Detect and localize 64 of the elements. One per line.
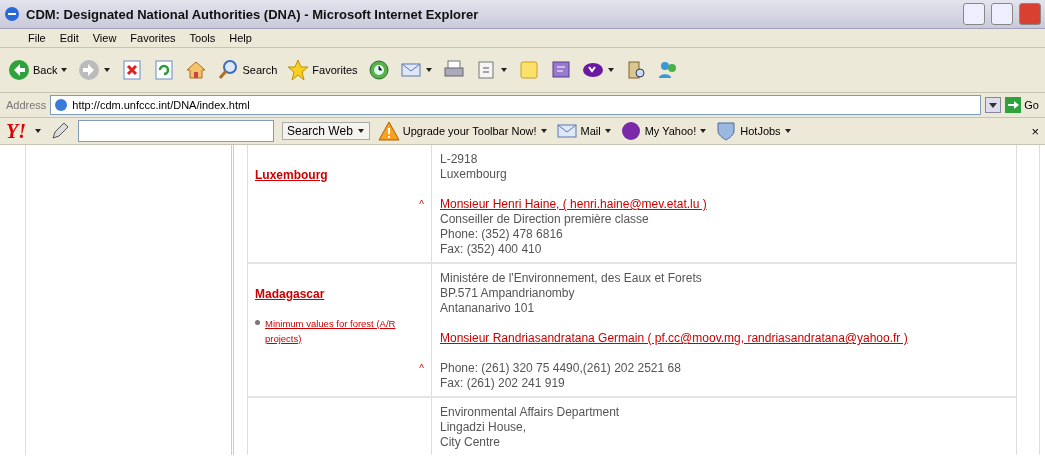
stop-icon	[121, 59, 144, 81]
address-line: Environmental Affairs Department	[440, 405, 621, 420]
menu-item[interactable]: Tools	[189, 32, 216, 44]
people-icon	[656, 59, 679, 81]
address-line: Fax: (352) 400 410	[440, 242, 543, 257]
back-to-top-link[interactable]: ^	[419, 197, 424, 212]
caret-icon	[539, 128, 548, 134]
address-line: Phone: (352) 478 6816	[440, 227, 564, 242]
country-link[interactable]: Luxembourg	[255, 167, 431, 182]
caret-icon	[34, 128, 42, 134]
shield-icon	[715, 120, 738, 142]
country-link[interactable]: Madagascar	[255, 286, 431, 301]
address-line: Fax: (261) 202 241 919	[440, 376, 566, 391]
mail-button[interactable]: Mail	[555, 120, 612, 142]
bullet-icon	[255, 320, 260, 325]
pencil-icon[interactable]	[50, 121, 70, 141]
contact-link[interactable]: Monsieur Henri Haine, ( henri.haine@mev.etat.lu )	[440, 197, 1016, 212]
star-icon	[287, 59, 310, 81]
dropdown-icon[interactable]	[985, 97, 1002, 113]
address-line: Luxembourg	[440, 167, 508, 182]
menu-item[interactable]: Help	[229, 32, 252, 44]
myyahoo-button[interactable]: My Yahoo!	[619, 120, 708, 142]
address-field[interactable]: http://cdm.unfccc.int/DNA/index.html	[50, 95, 982, 115]
favorites-button[interactable]: Favorites	[285, 57, 360, 83]
menu-item[interactable]: Favorites	[130, 32, 176, 44]
refresh-icon	[153, 59, 176, 81]
search-web-button[interactable]: Search Web	[282, 122, 370, 140]
toolbar-logo[interactable]: Y!	[6, 119, 26, 143]
caret-icon	[356, 128, 365, 134]
history-icon	[367, 59, 390, 81]
search-field[interactable]	[78, 120, 274, 142]
menu-item[interactable]: File	[28, 32, 46, 44]
close-toolbar-button[interactable]: ×	[1031, 123, 1039, 139]
warning-button[interactable]: Upgrade your Toolbar Now!	[377, 120, 548, 142]
caret-icon	[603, 128, 612, 134]
address-line: City Centre	[440, 435, 502, 450]
search-icon	[217, 59, 240, 81]
restore-button[interactable]	[991, 3, 1013, 25]
chat-icon	[549, 59, 572, 81]
contact-link[interactable]: Monsieur Randriasandratana Germain ( pf.cc@moov.mg, randriasandratana@yahoo.fr )	[440, 331, 1016, 346]
warning-icon	[377, 120, 400, 142]
address-line: Antananarivo 101	[440, 301, 536, 316]
address-line: Conseiller de Direction première classe	[440, 212, 650, 227]
menu-item[interactable]: View	[92, 32, 117, 44]
close-button[interactable]	[1019, 3, 1041, 25]
address-line: BP.571 Ampandrianomby	[440, 286, 576, 301]
window-title: CDM: Designated National Authorities (DNA) - Microsoft Internet Explorer	[26, 6, 480, 22]
search-button[interactable]: Search	[215, 57, 280, 83]
address-line: Lingadzi House,	[440, 420, 528, 435]
caret-icon	[699, 128, 708, 134]
go-button[interactable]: Go	[1005, 97, 1039, 113]
note-icon	[517, 59, 540, 81]
address-label: Address	[6, 99, 47, 111]
document-link[interactable]: Minimum values for forest (A/R projects)	[265, 316, 423, 346]
hotjobs-button[interactable]: HotJobs	[715, 120, 792, 142]
address-line: L-2918	[440, 152, 479, 167]
menu-item[interactable]: Edit	[59, 32, 79, 44]
back-button[interactable]: Back	[6, 57, 71, 83]
address-line: Ministére de l'Environnement, des Eaux et Forets	[440, 271, 703, 286]
back-to-top-link[interactable]: ^	[419, 361, 424, 376]
caret-icon	[783, 128, 792, 134]
house-icon	[185, 59, 208, 81]
minimize-button[interactable]	[963, 3, 985, 25]
address-line: Phone: (261) 320 75 4490,(261) 202 2521 68	[440, 361, 682, 376]
